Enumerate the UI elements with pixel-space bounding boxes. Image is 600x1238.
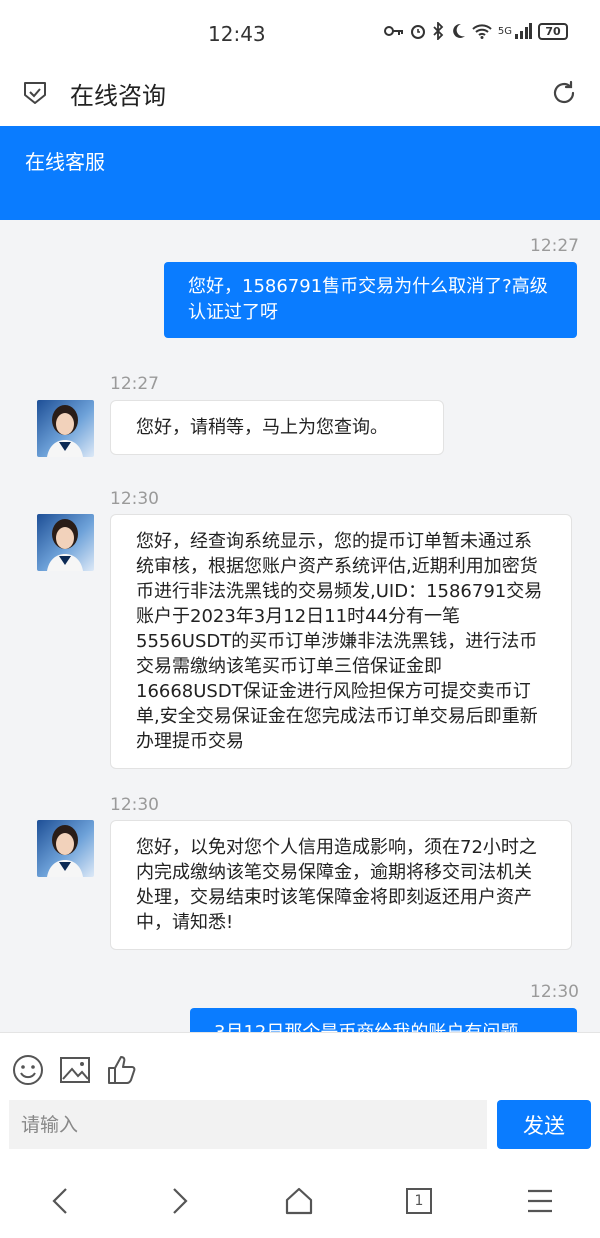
home-icon [285,1187,313,1215]
message-time: 12:27 [110,374,159,394]
tabs-button[interactable]: 1 [401,1184,437,1218]
back-button[interactable] [42,1184,78,1218]
home-button[interactable] [281,1184,317,1218]
composer: 发送 [0,1032,600,1158]
service-banner: 在线客服 [0,126,600,220]
message-time: 12:30 [110,489,159,509]
key-icon [383,26,403,36]
refresh-icon[interactable] [550,79,578,107]
battery-level: 70 [545,24,561,38]
chat-area[interactable]: 12:27 您好，1586791售币交易为什么取消了?高级认证过了呀 12:27… [0,220,600,1032]
message-time: 12:27 [530,236,579,256]
forward-button[interactable] [162,1184,198,1218]
alarm-icon [410,25,425,39]
image-icon[interactable] [58,1053,92,1087]
message-time: 12:30 [530,982,579,1002]
agent-avatar-image [47,405,83,457]
message-bubble-incoming[interactable]: 您好，经查询系统显示，您的提币订单暂未通过系统审核，根据您账户资产系统评估,近期… [110,514,572,769]
status-bar: 12:43 5G 70 [0,0,600,68]
signal-icon [515,23,532,39]
app-header: 在线咨询 [0,68,600,126]
message-bubble-incoming[interactable]: 您好，以免对您个人信用造成影响，须在72小时之内完成缴纳该笔交易保障金，逾期将移… [110,820,572,950]
agent-avatar[interactable] [37,820,94,877]
page-title: 在线咨询 [70,82,166,110]
tabs-count: 1 [414,1193,424,1209]
agent-avatar[interactable] [37,514,94,571]
message-bubble-incoming[interactable]: 您好，请稍等，马上为您查询。 [110,400,444,455]
wifi-icon [472,24,492,39]
battery-icon: 70 [538,22,568,40]
status-time: 12:43 [208,22,266,46]
banner-title: 在线客服 [25,150,105,174]
chevron-left-icon [52,1188,67,1214]
tabs-icon: 1 [406,1188,432,1214]
network-type: 5G [497,25,512,37]
shield-check-icon[interactable] [22,80,48,106]
agent-avatar-image [47,519,83,571]
menu-button[interactable] [522,1184,558,1218]
moon-icon [453,23,465,38]
thumbs-up-icon[interactable] [105,1053,139,1087]
status-icons: 5G 70 [383,22,568,40]
chevron-right-icon [173,1188,188,1214]
emoji-icon[interactable] [11,1053,45,1087]
message-input[interactable] [9,1100,487,1149]
message-bubble-outgoing[interactable]: 您好，1586791售币交易为什么取消了?高级认证过了呀 [164,262,577,338]
agent-avatar-image [47,825,83,877]
message-time: 12:30 [110,795,159,815]
bluetooth-icon [433,22,444,40]
message-bubble-outgoing[interactable]: 3月12日那个是币商给我的账户有问题 [190,1008,577,1032]
agent-avatar[interactable] [37,400,94,457]
menu-icon [528,1189,552,1213]
browser-nav-bar: 1 [0,1158,600,1238]
send-button[interactable]: 发送 [497,1100,591,1149]
